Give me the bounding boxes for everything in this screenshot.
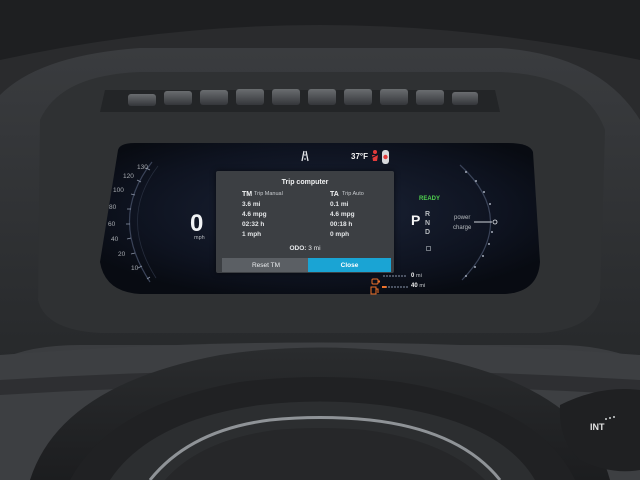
gear-down-icon <box>426 238 431 251</box>
trip-manual-distance: 3.6 mi <box>242 201 261 208</box>
charge-label: charge <box>453 225 472 231</box>
trip-auto-distance: 0.1 mi <box>330 201 349 208</box>
wiper-int-label: INT <box>590 422 605 432</box>
fuel-range-gauge <box>382 286 408 288</box>
power-label: power <box>454 215 471 221</box>
fuel-range-value: 40 <box>411 283 418 289</box>
seatbelt-warning-icon <box>369 148 391 166</box>
speed-tick-120: 120 <box>123 173 134 180</box>
trip-computer-title: Trip computer <box>281 179 329 186</box>
trip-computer-dialog: Trip computer TM Trip Manual 3.6 mi 4.6 … <box>216 171 394 273</box>
road-icon <box>298 149 312 162</box>
current-speed: 0 <box>190 210 204 237</box>
ready-indicator: READY <box>419 196 441 202</box>
speed-tick-100: 100 <box>113 187 124 194</box>
gear-option-d: D <box>425 229 431 236</box>
gear-option-r: R <box>425 211 431 218</box>
trip-manual-name: Trip Manual <box>254 191 283 197</box>
trip-auto-time: 00:18 h <box>330 221 353 228</box>
odometer-value: 3 mi <box>308 245 321 252</box>
speed-unit: mph <box>194 235 205 241</box>
fuel-range: 40 mi <box>411 283 425 290</box>
trip-auto-efficiency: 4.6 mpg <box>330 211 355 218</box>
speed-tick-20: 20 <box>118 251 126 258</box>
gear-option-n: N <box>425 220 431 227</box>
odometer-label: ODO: <box>289 245 307 252</box>
speed-tick-10: 10 <box>131 265 139 272</box>
ev-range: 0 mi <box>411 273 422 280</box>
ev-range-unit: mi <box>416 273 422 279</box>
trip-manual-avg-speed: 1 mph <box>242 231 262 238</box>
fuel-pump-icon <box>370 282 380 295</box>
outside-temperature: 37°F <box>351 152 368 161</box>
close-button[interactable]: Close <box>308 258 391 272</box>
ev-plug-icon <box>371 272 381 285</box>
trip-manual-time: 02:32 h <box>242 221 265 228</box>
trip-auto-code: TA <box>330 191 339 198</box>
fuel-range-unit: mi <box>419 283 426 289</box>
odometer: ODO: 3 mi <box>216 245 394 252</box>
speed-tick-40: 40 <box>111 236 119 243</box>
ev-range-gauge <box>383 275 407 277</box>
gear-current: P <box>411 212 421 228</box>
trip-auto-avg-speed: 0 mph <box>330 231 350 238</box>
wiper-dots-icon <box>604 408 618 420</box>
speed-tick-80: 80 <box>109 204 117 211</box>
ev-range-value: 0 <box>411 273 415 279</box>
trip-manual-efficiency: 4.6 mpg <box>242 211 267 218</box>
speed-tick-60: 60 <box>108 221 116 228</box>
speed-tick-130: 130 <box>137 164 148 171</box>
trip-manual-code: TM <box>242 191 253 198</box>
trip-auto-name: Trip Auto <box>342 191 364 197</box>
reset-tm-button[interactable]: Reset TM <box>222 258 310 272</box>
